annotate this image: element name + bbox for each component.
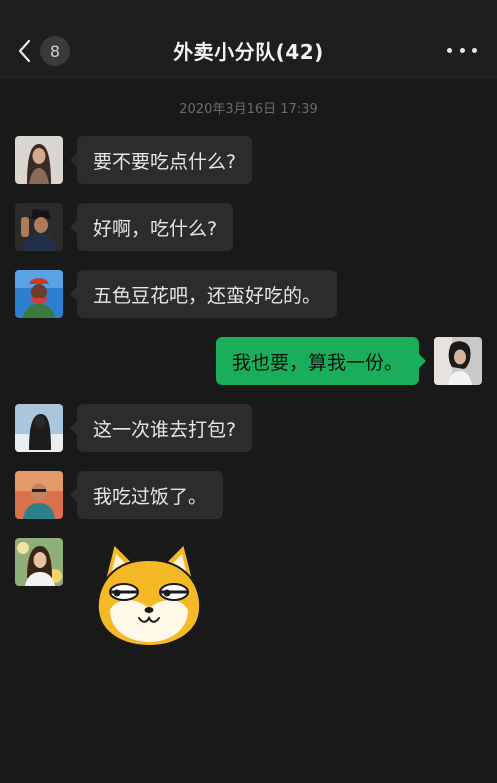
shiba-dog-sticker[interactable] <box>90 538 208 650</box>
message-bubble[interactable]: 我吃过饭了。 <box>69 471 224 519</box>
avatar[interactable] <box>15 471 63 519</box>
more-dots-icon <box>447 47 452 53</box>
more-dot <box>472 47 477 53</box>
more-options-button[interactable] <box>447 40 477 60</box>
message-bubble[interactable]: 要不要吃点什么? <box>69 136 253 184</box>
chat-title: 外卖小分队(42) <box>173 40 324 64</box>
message-row: 我吃过饭了。 <box>0 471 497 519</box>
message-row <box>0 538 497 586</box>
avatar[interactable] <box>15 270 63 318</box>
avatar[interactable] <box>15 203 63 251</box>
message-bubble-outgoing[interactable]: 我也要，算我一份。 <box>215 337 427 385</box>
avatar[interactable] <box>15 404 63 452</box>
more-dot <box>459 47 465 53</box>
message-bubble[interactable]: 好啊，吃什么? <box>69 203 234 251</box>
message-row: 好啊，吃什么? <box>0 203 497 251</box>
message-bubble[interactable]: 五色豆花吧，还蛮好吃的。 <box>69 270 338 318</box>
avatar-self[interactable] <box>434 337 482 385</box>
message-row: 要不要吃点什么? <box>0 136 497 184</box>
message-timestamp: 2020年3月16日 17:39 <box>179 102 318 117</box>
message-row: 这一次谁去打包? <box>0 404 497 452</box>
avatar[interactable] <box>15 136 63 184</box>
message-bubble[interactable]: 这一次谁去打包? <box>69 404 253 452</box>
avatar[interactable] <box>15 538 63 586</box>
message-row: 五色豆花吧，还蛮好吃的。 <box>0 270 497 318</box>
chat-header: 8 外卖小分队(42) <box>0 0 497 78</box>
message-row-outgoing: 我也要，算我一份。 <box>0 337 497 385</box>
